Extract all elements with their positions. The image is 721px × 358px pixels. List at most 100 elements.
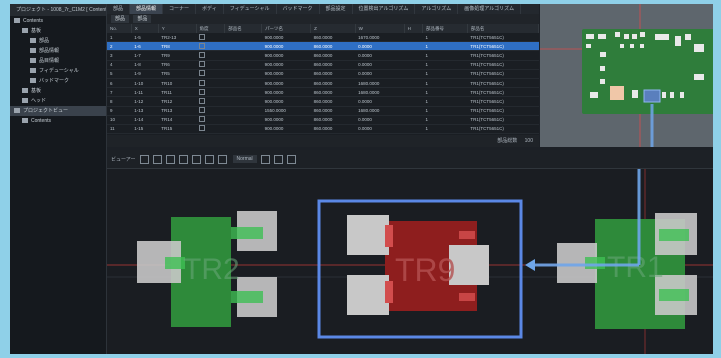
table-cell: [404, 41, 423, 52]
camera-icon[interactable]: [286, 154, 296, 164]
table-row[interactable]: 9 1-13 TR13 1550.0000 860.0000 1680.0000 1 TR1(…: [107, 106, 539, 116]
tree-item[interactable]: Contents: [10, 116, 106, 126]
table-cell: 0.0000: [355, 41, 405, 52]
column-header[interactable]: 部品名: [224, 24, 263, 33]
table-row[interactable]: 10 1-14 TR14 900.0000 860.0000 0.0000 1 TR1(TCT…: [107, 115, 539, 125]
fit-icon[interactable]: [191, 154, 201, 164]
table-row[interactable]: 4 1-8 TR6 900.0000 860.0000 0.0000 1 TR1(TCT565…: [107, 60, 539, 70]
column-header[interactable]: H: [404, 24, 424, 33]
board-preview: [540, 4, 713, 147]
row-checkbox[interactable]: [199, 97, 205, 104]
row-checkbox[interactable]: [199, 107, 205, 114]
tree-item[interactable]: ヘッド: [10, 96, 106, 106]
table-cell: [196, 78, 225, 89]
table-cell: 0.0000: [355, 69, 405, 79]
tree-item[interactable]: 部品情報: [10, 46, 106, 56]
zoom-in-icon[interactable]: [165, 154, 175, 164]
table-tab[interactable]: フィデューシャル: [224, 4, 277, 14]
table-cell: 860.0000: [310, 106, 356, 116]
table-tab[interactable]: アルゴリズム: [415, 4, 459, 14]
table-row[interactable]: 8 1-12 TR12 900.0000 860.0000 0.0000 1 TR1(TCT5…: [107, 96, 539, 107]
part-icon: [30, 58, 36, 64]
layer-icon[interactable]: [260, 154, 270, 164]
measure-icon[interactable]: [217, 154, 227, 164]
column-header[interactable]: 角度: [196, 24, 226, 33]
table-tab[interactable]: 部品情報: [130, 4, 164, 14]
table-tab[interactable]: 画像処理アルゴリズム: [458, 4, 522, 14]
folder-icon: [14, 18, 20, 24]
table-cell: 1: [422, 96, 468, 107]
table-cell: [404, 87, 423, 98]
table-cell: 1-7: [131, 50, 159, 61]
viewer-toolbar: ビューアー Normal: [107, 150, 713, 169]
tree-item[interactable]: フィデューシャル: [10, 66, 106, 76]
table-cell: 1-15: [131, 124, 159, 135]
part-icon: [30, 48, 36, 54]
tree-item[interactable]: 品目情報: [10, 56, 106, 66]
column-header[interactable]: 部品名: [467, 24, 540, 33]
tree-item[interactable]: プロジェクトビュー: [10, 106, 106, 116]
column-header[interactable]: Z: [310, 24, 356, 33]
row-checkbox[interactable]: [199, 61, 205, 68]
row-checkbox[interactable]: [199, 125, 205, 132]
tree-item[interactable]: 基板: [10, 86, 106, 96]
table-tab[interactable]: 位置検出アルゴリズム: [353, 4, 416, 14]
table-tab[interactable]: 部品設定: [320, 4, 353, 14]
row-checkbox[interactable]: [199, 116, 205, 123]
filter-bar: 部品 部品: [107, 14, 539, 24]
table-row[interactable]: 3 1-7 TR9 900.0000 860.0000 0.0000 1 TR1(TCT565…: [107, 50, 539, 61]
table-cell: 11: [107, 124, 132, 135]
part-tr9[interactable]: TR9: [317, 199, 523, 339]
table-row[interactable]: 2 1-6 TR8 900.0000 860.0000 0.0000 1 TR1(TCT565…: [107, 41, 539, 52]
row-checkbox[interactable]: [199, 42, 205, 49]
table-tab[interactable]: コーナー: [163, 4, 197, 14]
column-header[interactable]: W: [355, 24, 405, 33]
column-header[interactable]: X: [131, 24, 159, 33]
table-cell: [196, 106, 225, 116]
table-row[interactable]: 1 1-5 TR2-13 900.0000 860.0000 1670.0000 1 TR1(…: [107, 33, 539, 43]
table-tab[interactable]: バッドマーク: [277, 4, 320, 14]
table-cell: 8: [107, 96, 132, 107]
table-cell: [404, 96, 423, 107]
part-tr2[interactable]: TR2: [137, 211, 277, 327]
table-cell: 860.0000: [310, 87, 356, 98]
part-tr1[interactable]: TR1: [557, 213, 697, 329]
table-cell: 1: [107, 33, 132, 43]
row-checkbox[interactable]: [199, 33, 205, 40]
grid-icon[interactable]: [204, 154, 214, 164]
table-cell: 2: [107, 41, 132, 52]
table-cell: TR12: [158, 96, 196, 107]
table-tab[interactable]: 部品: [107, 4, 131, 14]
view-icon: [14, 108, 20, 114]
table-row[interactable]: 7 1-11 TR11 900.0000 860.0000 1680.0000 1 TR1(T…: [107, 87, 539, 98]
table-row[interactable]: 6 1-10 TR10 900.0000 860.0000 1680.0000 1 TR1(T…: [107, 78, 539, 89]
tree-item-label: 基板: [31, 28, 42, 34]
row-checkbox[interactable]: [199, 70, 205, 77]
board-preview-panel[interactable]: [540, 4, 713, 147]
tree-item[interactable]: 部品: [10, 36, 106, 46]
settings-icon[interactable]: [273, 154, 283, 164]
pan-tool-icon[interactable]: [152, 154, 162, 164]
zoom-select[interactable]: Normal: [232, 155, 257, 163]
tree-item[interactable]: 基板: [10, 26, 106, 36]
column-header[interactable]: 部品番号: [422, 24, 468, 33]
tree-item[interactable]: バッドマーク: [10, 76, 106, 86]
column-header[interactable]: No.: [107, 24, 132, 33]
select-tool-icon[interactable]: [139, 154, 149, 164]
filter-dropdown-1[interactable]: 部品: [111, 15, 130, 23]
table-row[interactable]: 5 1-9 TR5 900.0000 860.0000 0.0000 1 TR1(TCT565…: [107, 69, 539, 79]
table-row[interactable]: 11 1-15 TR15 900.0000 860.0000 0.0000 1 TR1(TCT…: [107, 124, 539, 135]
tree-item[interactable]: Contents: [10, 16, 106, 26]
column-header[interactable]: パーツ名: [261, 24, 312, 33]
zoom-out-icon[interactable]: [178, 154, 188, 164]
table-cell: 1-12: [131, 96, 159, 107]
column-header[interactable]: Y: [158, 24, 197, 33]
tree-item-label: Contents: [23, 18, 44, 24]
row-checkbox[interactable]: [199, 79, 205, 86]
table-cell: TR10: [158, 78, 196, 89]
table-tab[interactable]: ボディ: [196, 4, 224, 14]
filter-dropdown-2[interactable]: 部品: [133, 15, 152, 23]
row-checkbox[interactable]: [199, 51, 205, 58]
viewer-canvas[interactable]: TR2 TR9 TR1: [107, 169, 713, 354]
row-checkbox[interactable]: [199, 88, 205, 95]
